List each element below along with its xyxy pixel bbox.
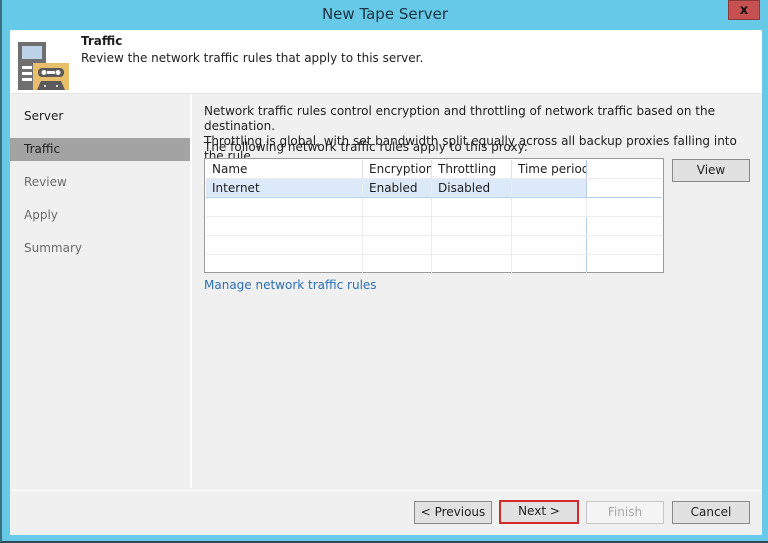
step-server[interactable]: Server — [10, 105, 190, 128]
page-title: Traffic — [81, 34, 123, 48]
column-header-encryption[interactable]: Encryption — [363, 160, 432, 178]
column-header-name[interactable]: Name — [206, 160, 363, 178]
cell-name: Internet — [206, 179, 363, 197]
page-subtitle: Review the network traffic rules that ap… — [81, 51, 424, 65]
wizard-content: Network traffic rules control encryption… — [192, 95, 762, 488]
cell-time-period — [512, 179, 587, 197]
wizard-body: Traffic Review the network traffic rules… — [10, 30, 762, 535]
wizard-footer: < Previous Next > Finish Cancel — [10, 490, 762, 535]
close-button[interactable]: x — [728, 0, 760, 20]
description: Network traffic rules control encryption… — [204, 104, 754, 164]
empty-cell — [363, 236, 432, 254]
empty-row — [206, 198, 662, 217]
column-header-throttling[interactable]: Throttling — [432, 160, 512, 178]
close-icon: x — [739, 2, 749, 18]
traffic-rules-table[interactable]: Name Encryption Throttling Time period I… — [204, 158, 664, 273]
step-apply: Apply — [24, 208, 58, 222]
cell-encryption: Enabled — [363, 179, 432, 197]
empty-cell — [587, 198, 662, 216]
wizard-steps: Server Traffic Review Apply Summary — [10, 95, 192, 488]
empty-cell — [587, 236, 662, 254]
cell-filler — [587, 179, 662, 197]
empty-cell — [432, 255, 512, 273]
next-button[interactable]: Next > — [499, 500, 579, 524]
window-title: New Tape Server — [321, 5, 449, 23]
step-traffic[interactable]: Traffic — [10, 138, 190, 161]
empty-cell — [512, 255, 587, 273]
empty-cell — [363, 198, 432, 216]
table-header: Name Encryption Throttling Time period — [206, 160, 662, 179]
empty-cell — [587, 217, 662, 235]
cancel-button[interactable]: Cancel — [672, 501, 750, 524]
cell-throttling: Disabled — [432, 179, 512, 197]
view-button[interactable]: View — [672, 159, 750, 182]
empty-cell — [587, 255, 662, 273]
wizard-window: New Tape Server x Traffic Review the net… — [0, 0, 768, 543]
empty-row — [206, 255, 662, 274]
rules-label: The following network traffic rules appl… — [204, 140, 528, 154]
empty-cell — [206, 236, 363, 254]
table-row[interactable]: Internet Enabled Disabled — [206, 179, 662, 198]
empty-row — [206, 236, 662, 255]
finish-button: Finish — [586, 501, 664, 524]
empty-cell — [512, 236, 587, 254]
empty-cell — [432, 217, 512, 235]
empty-row — [206, 217, 662, 236]
empty-cell — [432, 236, 512, 254]
empty-cell — [512, 217, 587, 235]
empty-cell — [363, 217, 432, 235]
empty-cell — [432, 198, 512, 216]
step-summary: Summary — [24, 241, 82, 255]
manage-traffic-rules-link[interactable]: Manage network traffic rules — [204, 278, 377, 292]
empty-cell — [206, 198, 363, 216]
empty-cell — [363, 255, 432, 273]
empty-cell — [512, 198, 587, 216]
tape-server-icon — [18, 42, 69, 90]
wizard-header: Traffic Review the network traffic rules… — [10, 30, 762, 94]
column-header-time-period[interactable]: Time period — [512, 160, 587, 178]
empty-cell — [206, 255, 363, 273]
description-line-1: Network traffic rules control encryption… — [204, 104, 715, 133]
empty-cell — [206, 217, 363, 235]
column-header-filler — [587, 160, 662, 178]
title-bar: New Tape Server x — [2, 0, 768, 30]
step-review: Review — [24, 175, 67, 189]
previous-button[interactable]: < Previous — [414, 501, 492, 524]
